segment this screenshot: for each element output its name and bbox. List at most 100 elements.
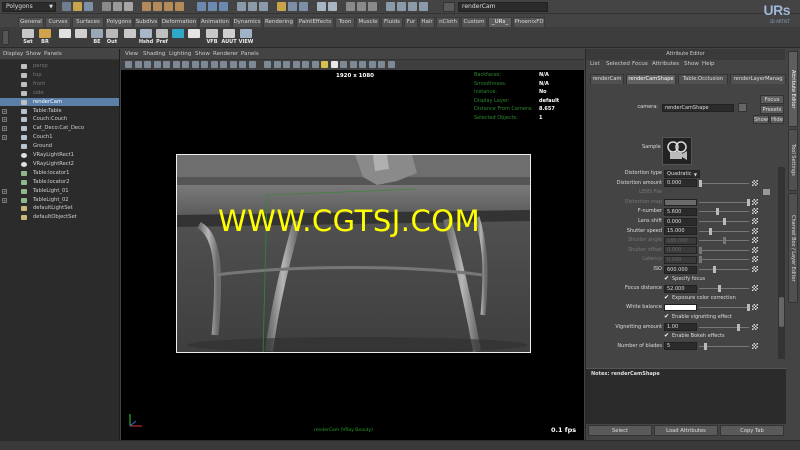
outliner-item[interactable]: + TableLight_01 bbox=[0, 187, 119, 196]
attribute-slider-knob[interactable] bbox=[713, 266, 717, 273]
attribute-slider-knob[interactable] bbox=[747, 304, 750, 312]
shelf-tab[interactable]: Custom bbox=[461, 17, 487, 27]
map-texture-icon[interactable] bbox=[752, 304, 758, 311]
outliner-item[interactable]: defaultObjectSet bbox=[0, 213, 119, 222]
outliner-item[interactable]: renderCam bbox=[0, 97, 119, 107]
outliner-item[interactable]: + Table:Table bbox=[0, 107, 119, 116]
distortion-type-dropdown[interactable]: Quadratic ▼ bbox=[664, 169, 700, 178]
attribute-tab[interactable]: renderCam bbox=[590, 74, 624, 84]
attribute-menu-item[interactable]: Attributes bbox=[652, 61, 679, 67]
attribute-field[interactable]: 0.000 bbox=[664, 246, 697, 255]
checkbox[interactable]: ✔ bbox=[664, 294, 670, 301]
snap-curve-icon[interactable] bbox=[153, 2, 162, 11]
attribute-menu-item[interactable]: List bbox=[590, 61, 600, 67]
camera-tools-icon[interactable] bbox=[317, 2, 326, 11]
shelf-tab[interactable]: Surfaces bbox=[72, 17, 104, 27]
viewport-menu-item[interactable]: Show bbox=[195, 51, 210, 57]
shelf-button[interactable]: VFB bbox=[204, 29, 220, 46]
show-button[interactable]: Show bbox=[753, 115, 769, 124]
attribute-menu-item[interactable]: Help bbox=[702, 61, 715, 67]
attribute-tab[interactable]: renderCamShape bbox=[626, 74, 676, 84]
attribute-tab[interactable]: renderLayerManag bbox=[730, 74, 786, 84]
attribute-slider-knob[interactable] bbox=[708, 227, 712, 235]
map-texture-icon[interactable] bbox=[752, 285, 758, 292]
shelf-tab[interactable]: Curves bbox=[45, 17, 71, 27]
hide-button[interactable]: Hide bbox=[770, 115, 784, 124]
attribute-menu-item[interactable]: Selected bbox=[606, 61, 630, 67]
attribute-field[interactable]: 5.600 bbox=[664, 207, 697, 216]
graph-editor-icon[interactable] bbox=[397, 2, 406, 11]
snap-surface-icon[interactable] bbox=[175, 2, 184, 11]
uv-editor-icon[interactable] bbox=[419, 2, 428, 11]
expand-icon[interactable]: + bbox=[2, 197, 7, 203]
attribute-field[interactable]: 1.00 bbox=[664, 323, 697, 332]
grid-icon[interactable] bbox=[299, 2, 308, 11]
open-scene-icon[interactable] bbox=[73, 2, 82, 11]
tab-channel-box[interactable]: Channel Box / Layer Editor bbox=[788, 193, 798, 303]
viewport-tool-icon[interactable] bbox=[182, 61, 189, 68]
go-to-input-icon[interactable] bbox=[738, 103, 747, 112]
shelf-tab[interactable]: Dynamics bbox=[232, 17, 262, 27]
shelf-button[interactable] bbox=[57, 29, 73, 46]
history-icon[interactable] bbox=[288, 2, 297, 11]
attribute-slider-knob[interactable] bbox=[747, 198, 750, 206]
shelf-tab[interactable]: Animation bbox=[199, 17, 231, 27]
shelf-tab[interactable]: PhoenixFD bbox=[513, 17, 545, 27]
viewport-tool-icon[interactable] bbox=[201, 61, 208, 68]
outliner-item[interactable]: top bbox=[0, 71, 119, 80]
attribute-field[interactable]: 0.000 bbox=[664, 255, 697, 264]
outliner-item[interactable]: persp bbox=[0, 62, 119, 71]
attribute-slider-knob[interactable] bbox=[737, 323, 741, 331]
rename-icon[interactable] bbox=[259, 2, 268, 11]
shelf-tab[interactable]: Rendering bbox=[263, 17, 295, 27]
attribute-slider-track[interactable] bbox=[699, 288, 749, 290]
new-scene-icon[interactable] bbox=[62, 2, 71, 11]
shelf-tab[interactable]: General bbox=[18, 17, 44, 27]
viewport-tool-icon[interactable] bbox=[144, 61, 151, 68]
viewport-tool-icon[interactable] bbox=[359, 61, 366, 68]
shelf-tab[interactable]: nCloth bbox=[436, 17, 460, 27]
menu-set-dropdown[interactable]: Polygons ▼ bbox=[2, 2, 56, 12]
presets-button[interactable]: Presets bbox=[760, 105, 784, 114]
attribute-scrollbar[interactable] bbox=[778, 167, 785, 359]
viewport-menu-item[interactable]: Renderer bbox=[213, 51, 238, 57]
viewport-tool-icon[interactable] bbox=[264, 61, 271, 68]
viewport-tool-icon[interactable] bbox=[220, 61, 227, 68]
outliner-menu-item[interactable]: Show bbox=[26, 51, 41, 57]
outliner-item[interactable]: + Couch:Couch bbox=[0, 115, 119, 124]
attribute-slider-track[interactable] bbox=[699, 182, 749, 184]
map-texture-icon[interactable] bbox=[752, 237, 758, 244]
shelf-button[interactable]: BR bbox=[37, 29, 53, 46]
outliner-item[interactable]: front bbox=[0, 80, 119, 89]
expand-icon[interactable]: + bbox=[2, 188, 7, 194]
viewport-tool-icon[interactable] bbox=[378, 61, 385, 68]
shelf-tab[interactable]: Toon bbox=[335, 17, 355, 27]
attribute-field[interactable]: 15.000 bbox=[664, 227, 697, 236]
save-scene-icon[interactable] bbox=[84, 2, 93, 11]
map-texture-icon[interactable] bbox=[752, 218, 758, 224]
render-current-icon[interactable] bbox=[197, 2, 206, 11]
input-mode-selector[interactable] bbox=[443, 2, 455, 12]
render-settings-icon[interactable] bbox=[219, 2, 228, 11]
attribute-slider-track[interactable] bbox=[699, 230, 749, 232]
viewport-tool-icon[interactable] bbox=[153, 61, 161, 68]
shelf-tab[interactable]: _URs_ bbox=[488, 17, 512, 27]
attribute-field[interactable]: 52.000 bbox=[664, 284, 697, 293]
viewport-tool-icon[interactable] bbox=[302, 61, 309, 68]
select-hierarchy-icon[interactable] bbox=[102, 2, 111, 11]
attribute-field[interactable]: 0.000 bbox=[664, 179, 697, 188]
attribute-slider-knob[interactable] bbox=[699, 179, 702, 187]
map-texture-icon[interactable] bbox=[752, 246, 758, 253]
attribute-menu-item[interactable]: Focus bbox=[632, 61, 648, 67]
attribute-field[interactable]: 600.000 bbox=[664, 265, 697, 274]
map-texture-icon[interactable] bbox=[752, 256, 758, 263]
map-texture-icon[interactable] bbox=[752, 208, 758, 215]
attribute-slider-track[interactable] bbox=[699, 259, 749, 261]
viewport-tool-icon[interactable] bbox=[349, 61, 357, 68]
viewport-tool-icon[interactable] bbox=[311, 61, 319, 68]
shelf-button[interactable]: Set bbox=[20, 29, 36, 46]
shelf-tab[interactable]: Hair bbox=[419, 17, 435, 27]
attribute-slider-knob[interactable] bbox=[723, 218, 726, 225]
outliner-icon[interactable] bbox=[386, 2, 395, 11]
shelf-tab[interactable]: Fluids bbox=[381, 17, 403, 27]
